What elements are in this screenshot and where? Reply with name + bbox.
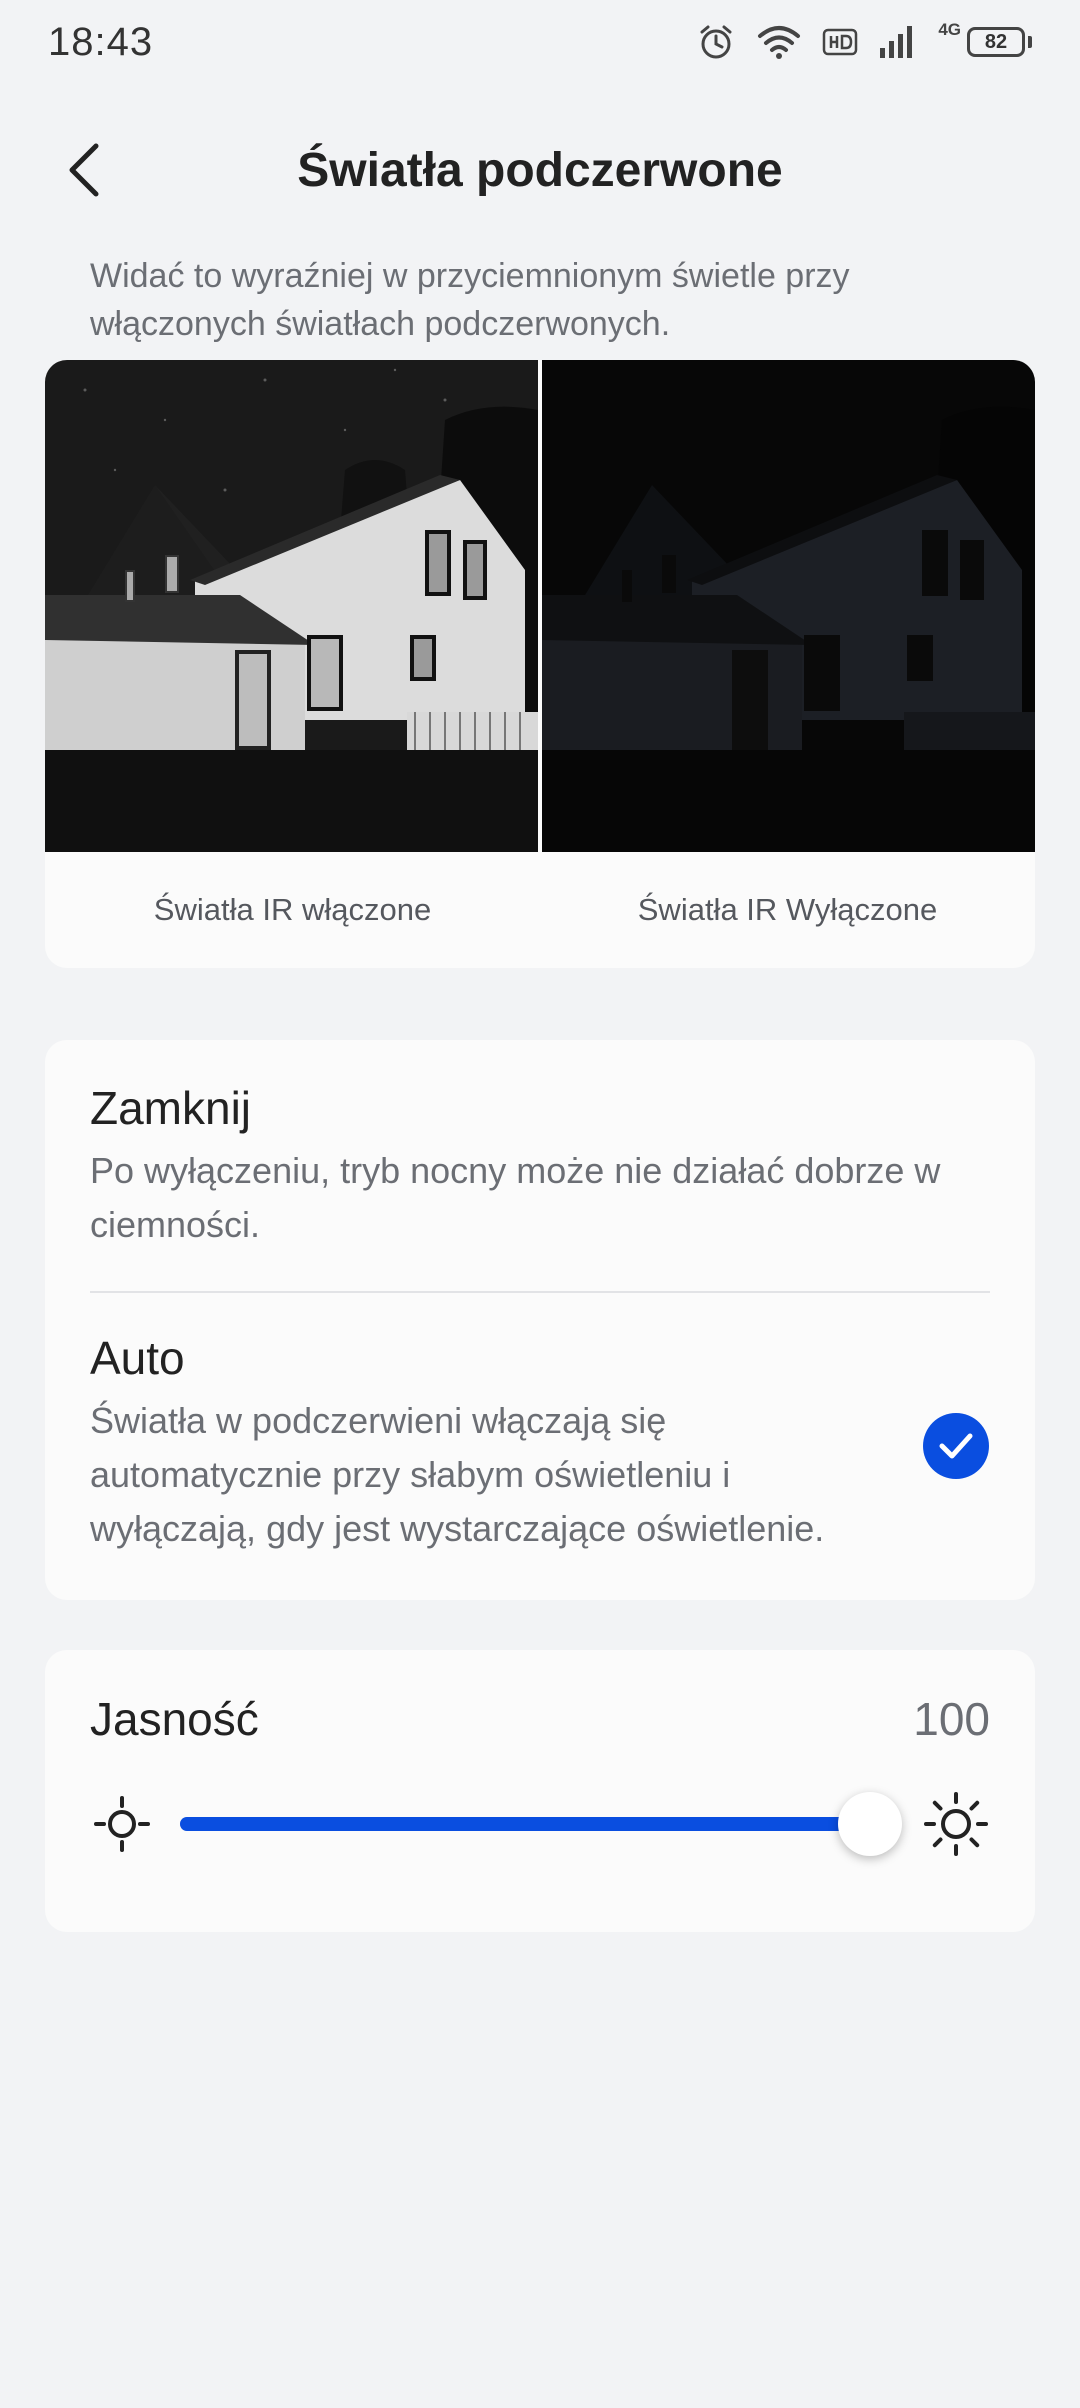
header: Światła podczerwone	[0, 110, 1080, 230]
ir-on-image	[45, 360, 538, 852]
back-button[interactable]	[48, 134, 120, 206]
option-close-title: Zamknij	[90, 1082, 252, 1134]
option-close[interactable]: Zamknij Po wyłączeniu, tryb nocny może n…	[90, 1080, 990, 1252]
intro-text: Widać to wyraźniej w przyciemnionym świe…	[90, 257, 850, 343]
status-bar: 18:43 4G 82	[0, 0, 1080, 84]
option-auto[interactable]: Auto Światła w podczerwieni włączają się…	[90, 1330, 890, 1556]
ir-off-label: Światła IR Wyłączone	[637, 892, 938, 927]
chevron-left-icon	[69, 143, 99, 197]
brightness-value: 100	[913, 1693, 990, 1745]
brightness-slider-thumb[interactable]	[838, 1792, 902, 1856]
hd-icon	[823, 28, 858, 56]
page-title: Światła podczerwone	[297, 143, 783, 197]
signal-icon	[880, 26, 913, 58]
auto-selected-checkmark[interactable]	[923, 1413, 989, 1479]
comparison-labels: Światła IR włączone Światła IR Wyłączone	[45, 852, 1035, 968]
sun-low-icon	[94, 1796, 150, 1852]
battery-level: 82	[967, 27, 1025, 57]
option-auto-title: Auto	[90, 1332, 185, 1384]
divider	[90, 1291, 990, 1293]
status-time: 18:43	[48, 19, 154, 64]
status-icons: 4G 82	[696, 20, 1032, 62]
brightness-label: Jasność	[90, 1693, 259, 1745]
ir-on-label: Światła IR włączone	[153, 892, 432, 927]
comparison-card: Światła IR włączone Światła IR Wyłączone	[45, 360, 1035, 968]
sun-high-icon	[924, 1792, 988, 1856]
brightness-slider[interactable]	[180, 1792, 902, 1856]
battery-icon: 82	[967, 27, 1032, 57]
brightness-slider-fill	[180, 1817, 870, 1831]
battery-tip	[1028, 36, 1032, 48]
mode-options-card: Zamknij Po wyłączeniu, tryb nocny może n…	[45, 1040, 1035, 1600]
comparison-images	[45, 360, 1035, 852]
checkmark-icon	[939, 1433, 973, 1459]
ir-off-image	[542, 360, 1035, 852]
network-type: 4G	[938, 20, 961, 39]
wifi-icon	[758, 26, 801, 59]
alarm-icon	[700, 25, 732, 59]
option-auto-description: Światła w podczerwieni włączają się auto…	[90, 1400, 825, 1549]
brightness-card: Jasność 100	[45, 1650, 1035, 1932]
option-close-description: Po wyłączeniu, tryb nocny może nie dział…	[90, 1150, 941, 1245]
